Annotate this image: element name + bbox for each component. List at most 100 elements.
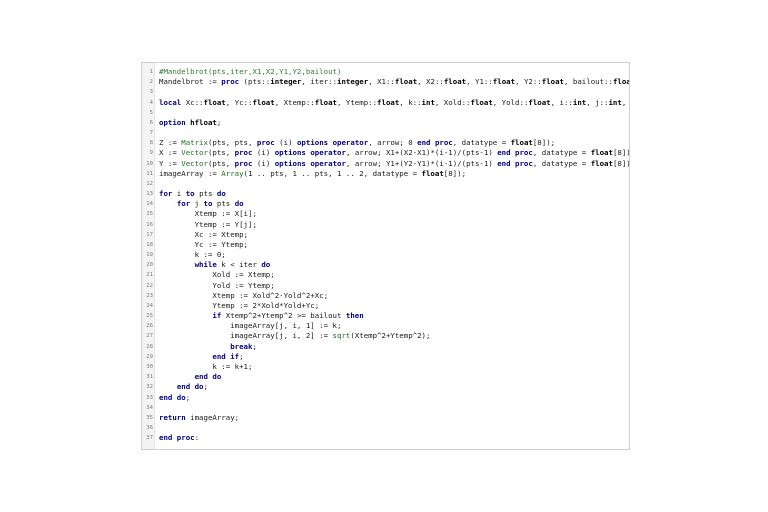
code-line[interactable]: 27 imageArray[j, i, 2] := sqrt(Xtemp^2+Y… [142,331,629,341]
code-token: imageArray[j, i, 1] := k; [159,321,342,331]
code-token: , bailout:: [564,77,613,87]
code-line[interactable]: 35 return imageArray; [142,413,629,423]
code-token: Mandelbrot := [159,77,222,87]
code-line[interactable]: 24 Ytemp := 2*Xold*Yold+Yc; [142,301,629,311]
line-number: 10 [146,160,153,167]
code-token: [8]); [612,148,629,158]
code-token: imageArray; [185,412,240,422]
line-code: Z := Matrix(pts, pts, proc (i) options o… [159,138,555,148]
line-code: Ytemp := Y[j]; [159,220,257,230]
code-line[interactable]: 33 end do; [142,393,629,403]
code-line[interactable]: 25 if Xtemp^2+Ytemp^2 >= bailout then [142,311,629,321]
code-token: integer [270,77,302,87]
code-line[interactable]: 32 end do; [142,382,629,392]
code-token: (pts, [207,158,235,168]
line-code: return imageArray; [159,413,239,423]
code-token: break [230,341,253,351]
code-token: proc [234,148,253,158]
code-token: Xtemp := Xold^2-Yold^2+Xc; [159,290,329,300]
code-line[interactable]: 31 end do [142,372,629,382]
code-token: , k:: [399,97,422,107]
line-number: 9 [149,150,153,157]
line-code: Y := Vector(pts, proc (i) options operat… [159,158,629,169]
line-code: end if; [159,351,243,362]
code-line[interactable]: 29 end if; [142,352,629,362]
code-line[interactable]: 18 Yc := Ytemp; [142,240,629,250]
code-token: , Yc:: [225,97,253,107]
code-token: proc [256,138,275,148]
line-code: k := k+1; [159,362,252,372]
line-code: end proc: [159,433,199,443]
code-token: (i) [252,148,275,158]
code-token: , datatype = [532,148,591,158]
code-line[interactable]: 26 imageArray[j, i, 1] := k; [142,321,629,331]
line-code: #Mandelbrot(pts,iter,X1,X2,Y1,Y2,bailout… [159,67,341,77]
code-line[interactable]: 11 imageArray := Array(1 .. pts, 1 .. pts… [142,169,629,179]
code-token: end proc [159,433,195,443]
line-number: 37 [146,435,153,442]
code-token: , Y1:: [466,77,493,87]
code-line[interactable]: 37 end proc: [142,433,629,443]
line-number: 23 [146,292,153,299]
code-line[interactable]: 13 for i to pts do [142,189,629,199]
code-line[interactable]: 1 #Mandelbrot(pts,iter,X1,X2,Y1,Y2,bailou… [142,67,629,77]
code-token: Vector [181,148,208,158]
code-token: (pts:: [239,77,271,87]
code-token: float [421,168,444,178]
code-line[interactable]: 23 Xtemp := Xold^2-Yold^2+Xc; [142,291,629,301]
code-line[interactable]: 34 [142,403,629,413]
code-line[interactable]: 15 Xtemp := X[i]; [142,209,629,219]
code-line[interactable]: 20 while k < iter do [142,260,629,270]
line-number: 22 [146,282,153,289]
line-number: 5 [149,109,153,116]
line-code: k := 0; [159,250,226,260]
code-token: Xtemp^2+Ytemp^2 >= bailout [221,311,346,321]
line-code: end do [159,372,222,382]
code-token: float [510,138,533,148]
code-token: end if [212,351,240,361]
code-token: #Mandelbrot(pts,iter,X1,X2,Y1,Y2,bailout… [159,67,342,76]
code-editor[interactable]: 1 #Mandelbrot(pts,iter,X1,X2,Y1,Y2,bailou… [141,62,630,450]
code-token: ; [252,341,257,351]
code-line[interactable]: 10 Y := Vector(pts, proc (i) options oper… [142,159,629,169]
code-token: local [159,97,182,107]
code-token: float [492,77,516,87]
code-token: float [612,77,629,87]
code-token: pts [212,199,235,209]
code-line[interactable]: 4 local Xc::float, Yc::float, Xtemp::floa… [142,98,629,108]
code-line[interactable]: 8 Z := Matrix(pts, pts, proc (i) options … [142,138,629,148]
line-number: 29 [146,353,153,360]
code-token: , i:: [550,97,573,107]
code-token: float [203,97,226,107]
code-token: Matrix [181,138,208,148]
code-line[interactable]: 12 [142,179,629,189]
line-number: 34 [146,404,153,411]
code-line[interactable]: 17 Xc := Xtemp; [142,230,629,240]
code-token: option [159,117,186,127]
line-code: Xtemp := X[i]; [159,209,257,219]
line-code: Xtemp := Xold^2-Yold^2+Xc; [159,291,328,301]
code-line[interactable]: 6 option hfloat; [142,118,629,128]
code-token: float [590,158,613,168]
code-token: , Xold:: [434,97,471,107]
code-line[interactable]: 22 Yold := Ytemp; [142,281,629,291]
code-line[interactable]: 19 k := 0; [142,250,629,260]
code-line[interactable]: 14 for j to pts do [142,199,629,209]
code-line[interactable]: 5 [142,108,629,118]
code-line[interactable]: 36 [142,423,629,433]
code-line[interactable]: 30 k := k+1; [142,362,629,372]
line-number: 32 [146,384,153,391]
code-line[interactable]: 21 Xold := Xtemp; [142,270,629,280]
code-line[interactable]: 16 Ytemp := Y[j]; [142,220,629,230]
code-line[interactable]: 3 [142,87,629,97]
code-line[interactable]: 28 break; [142,342,629,352]
code-line[interactable]: 7 [142,128,629,138]
code-line[interactable]: 9 X := Vector(pts, proc (i) options opera… [142,148,629,158]
line-number: 4 [149,99,153,106]
code-token: imageArray[j, i, 2] := [159,331,333,341]
code-line[interactable]: 2 Mandelbrot := proc (pts::integer, iter:… [142,77,629,87]
code-token: integer [337,77,369,87]
code-token: do [216,189,226,199]
code-token: then [345,311,364,321]
